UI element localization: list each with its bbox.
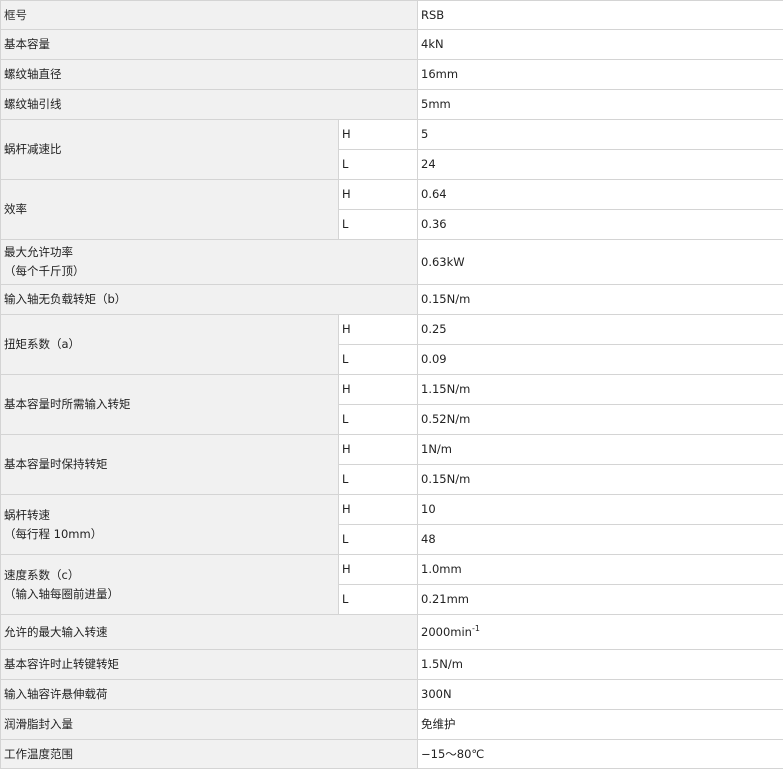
row-label: 输入轴无负载转矩（b）: [0, 284, 418, 315]
row-value: 4kN: [417, 29, 783, 60]
table-row: 螺纹轴引线 5mm: [0, 89, 783, 120]
row-value-l: 0.15N/m: [417, 464, 783, 495]
table-row: 框号 RSB: [0, 0, 783, 30]
sub-label-l: L: [338, 404, 418, 435]
row-value-h: 5: [417, 119, 783, 150]
table-row: 输入轴无负载转矩（b） 0.15N/m: [0, 284, 783, 315]
row-value-h: 10: [417, 494, 783, 525]
sub-label-h: H: [338, 119, 418, 150]
row-value: 0.63kW: [417, 239, 783, 285]
table-row: 基本容许时止转键转矩 1.5N/m: [0, 649, 783, 680]
row-value: 5mm: [417, 89, 783, 120]
sub-label-h: H: [338, 314, 418, 345]
table-row: 基本容量 4kN: [0, 29, 783, 60]
table-row: 最大允许功率 （每个千斤顶） 0.63kW: [0, 239, 783, 285]
table-row: 蜗杆减速比 H 5: [0, 119, 783, 180]
row-label: 基本容许时止转键转矩: [0, 649, 418, 680]
row-label: 速度系数（c） （输入轴每圈前进量）: [0, 554, 339, 615]
row-label: 基本容量: [0, 29, 418, 60]
row-value: −15～80℃: [417, 739, 783, 769]
row-value-h: 0.64: [417, 179, 783, 210]
row-label: 基本容量时保持转矩: [0, 434, 339, 495]
row-value: 300N: [417, 679, 783, 710]
row-value-l: 0.09: [417, 344, 783, 375]
sub-label-h: H: [338, 494, 418, 525]
row-label: 蜗杆转速 （每行程 10mm）: [0, 494, 339, 555]
row-value-h: 1.0mm: [417, 554, 783, 585]
table-row: 基本容量时保持转矩 H 1N/m: [0, 434, 783, 495]
row-value-l: 0.21mm: [417, 584, 783, 615]
row-value: 1.5N/m: [417, 649, 783, 680]
row-value-h: 0.25: [417, 314, 783, 345]
row-value-h: 1N/m: [417, 434, 783, 465]
table-row: 输入轴容许悬伸载荷 300N: [0, 679, 783, 710]
sub-label-h: H: [338, 554, 418, 585]
sub-label-l: L: [338, 524, 418, 555]
row-label: 扭矩系数（a）: [0, 314, 339, 375]
sub-label-l: L: [338, 464, 418, 495]
row-label-main: 速度系数（c）: [4, 567, 80, 582]
row-label: 润滑脂封入量: [0, 709, 418, 740]
row-value: 2000min-1: [417, 614, 783, 650]
row-label: 效率: [0, 179, 339, 240]
row-label-sub: （每个千斤顶）: [4, 264, 85, 278]
table-row: 基本容量时所需输入转矩 H 1.15N/m: [0, 374, 783, 435]
row-value: 16mm: [417, 59, 783, 90]
row-value-l: 0.36: [417, 209, 783, 240]
table-row: 效率 H 0.64: [0, 179, 783, 240]
row-label: 蜗杆减速比: [0, 119, 339, 180]
table-row: 润滑脂封入量 免维护: [0, 709, 783, 740]
row-label-main: 蜗杆转速: [4, 507, 50, 522]
table-row: 速度系数（c） （输入轴每圈前进量） H 1.0mm: [0, 554, 783, 615]
row-label: 最大允许功率 （每个千斤顶）: [0, 239, 418, 285]
sub-label-h: H: [338, 374, 418, 405]
header-value: RSB: [417, 0, 783, 30]
sub-label-l: L: [338, 209, 418, 240]
row-label-main: 最大允许功率: [4, 245, 73, 259]
row-value-h: 1.15N/m: [417, 374, 783, 405]
row-label: 螺纹轴直径: [0, 59, 418, 90]
row-label-sub: （每行程 10mm）: [4, 526, 103, 541]
table-row: 工作温度范围 −15～80℃: [0, 739, 783, 769]
table-row: 允许的最大输入转速 2000min-1: [0, 614, 783, 650]
table-row: 螺纹轴直径 16mm: [0, 59, 783, 90]
sub-label-l: L: [338, 149, 418, 180]
spec-table: 框号 RSB 基本容量 4kN 螺纹轴直径 16mm 螺纹轴引线 5mm 蜗杆减…: [0, 0, 783, 769]
row-label: 允许的最大输入转速: [0, 614, 418, 650]
row-label: 输入轴容许悬伸载荷: [0, 679, 418, 710]
row-value-l: 48: [417, 524, 783, 555]
sub-label-h: H: [338, 434, 418, 465]
row-label-sub: （输入轴每圈前进量）: [4, 586, 119, 601]
row-label: 螺纹轴引线: [0, 89, 418, 120]
row-label: 工作温度范围: [0, 739, 418, 769]
sub-label-l: L: [338, 584, 418, 615]
row-label: 基本容量时所需输入转矩: [0, 374, 339, 435]
sub-label-h: H: [338, 179, 418, 210]
table-row: 扭矩系数（a） H 0.25: [0, 314, 783, 375]
row-value: 免维护: [417, 709, 783, 740]
table-row: 蜗杆转速 （每行程 10mm） H 10: [0, 494, 783, 555]
row-value-main: 2000min: [421, 624, 472, 639]
row-value-l: 24: [417, 149, 783, 180]
header-label: 框号: [0, 0, 418, 30]
row-value: 0.15N/m: [417, 284, 783, 315]
row-value-sup: -1: [471, 623, 480, 633]
row-value-l: 0.52N/m: [417, 404, 783, 435]
sub-label-l: L: [338, 344, 418, 375]
